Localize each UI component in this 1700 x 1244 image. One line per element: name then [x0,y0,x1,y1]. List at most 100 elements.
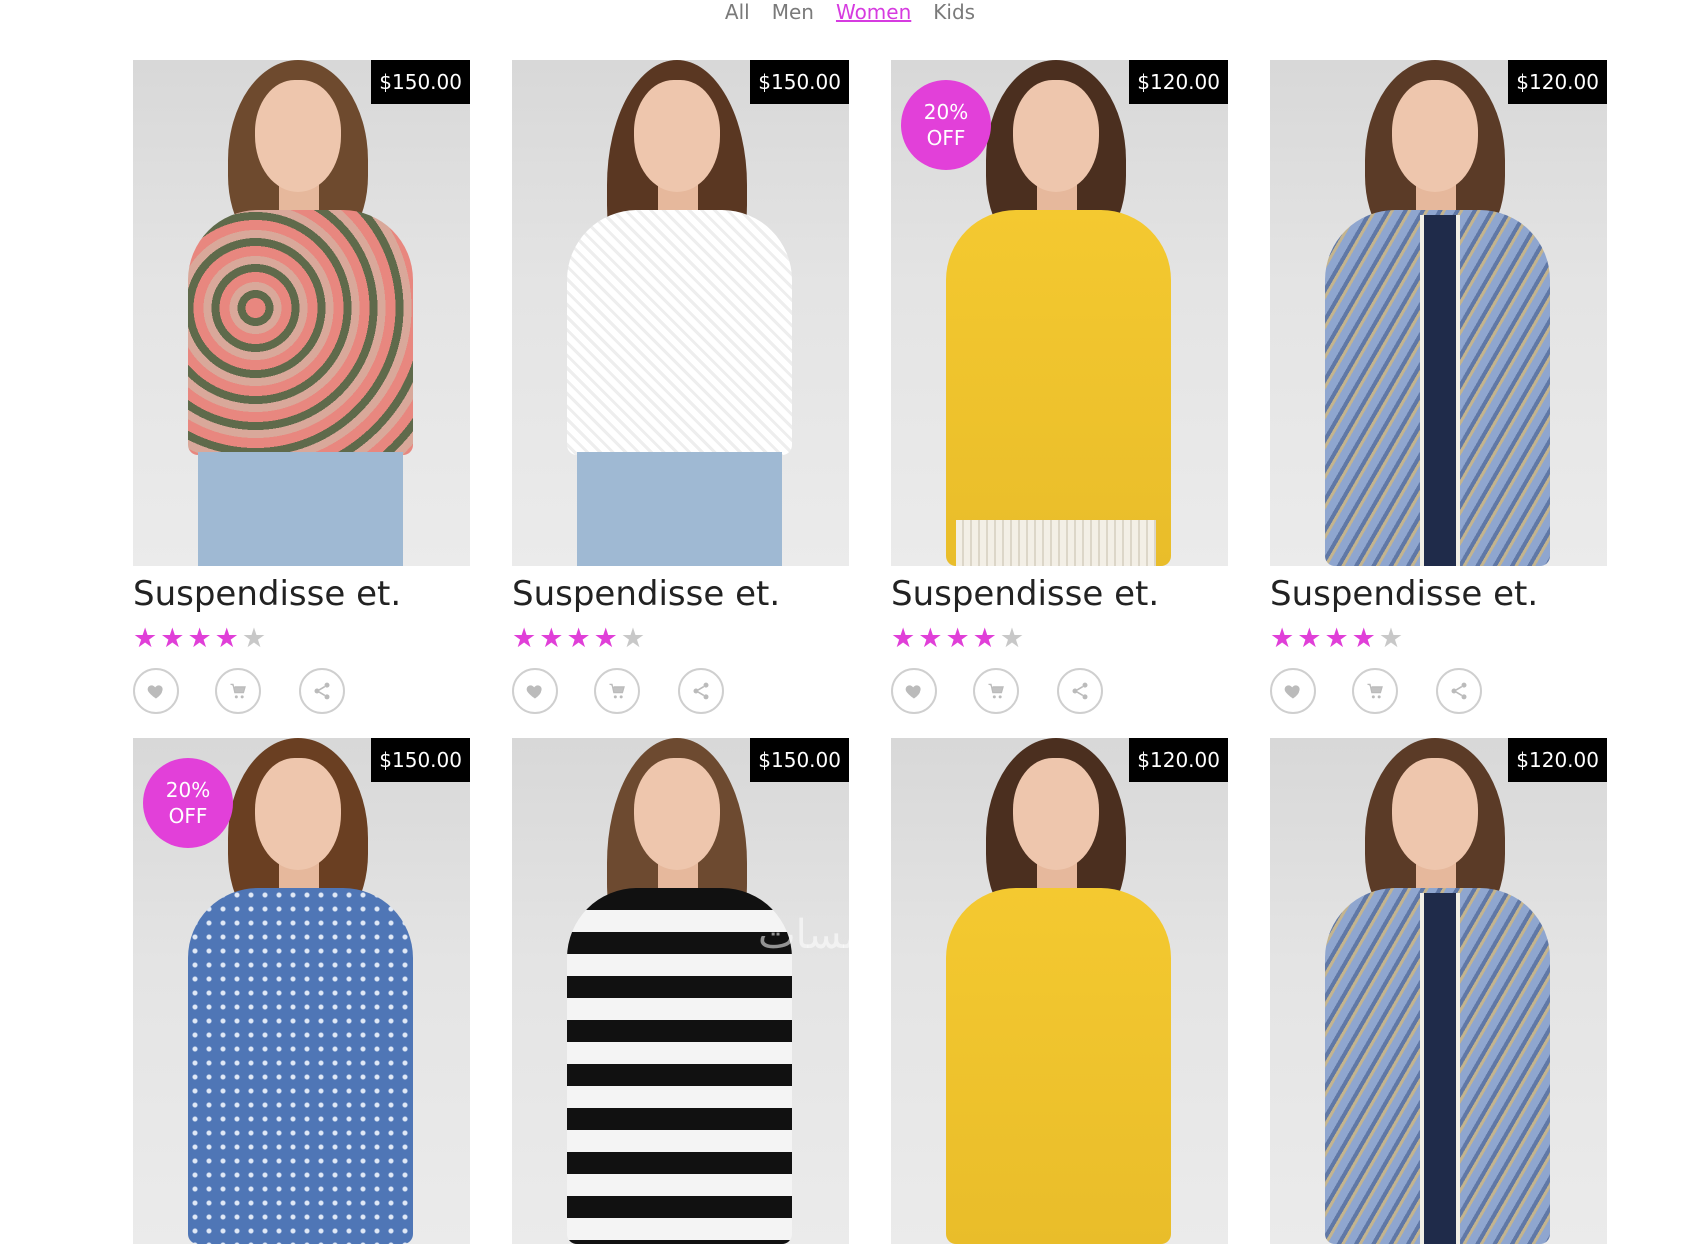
product-photo[interactable]: $150.00 20% OFF [133,738,470,1244]
star-icon: ★ [1270,623,1295,654]
category-filter-bar: All Men Women Kids [0,0,1700,28]
product-actions [1270,668,1607,718]
cart-icon [986,681,1006,701]
product-actions [133,668,470,718]
star-icon: ★ [1351,623,1376,654]
discount-badge-line: OFF [168,804,208,828]
product-actions [891,668,1228,718]
model-face [1013,80,1099,192]
model-face [634,758,720,870]
heart-icon [146,681,166,701]
star-icon: ★ [539,623,564,654]
product-title[interactable]: Suspendisse et. [512,566,780,622]
wishlist-button[interactable] [133,668,179,714]
share-button[interactable] [678,668,724,714]
star-icon: ★ [620,623,646,654]
share-button[interactable] [1436,668,1482,714]
share-icon [1070,681,1090,701]
cart-icon [228,681,248,701]
filter-all[interactable]: All [725,0,750,28]
heart-icon [1283,681,1303,701]
share-icon [1449,681,1469,701]
star-icon: ★ [945,623,970,654]
garment-hem [956,520,1156,566]
add-to-cart-button[interactable] [1352,668,1398,714]
product-actions [512,668,849,718]
price-tag: $120.00 [1508,60,1607,104]
product-photo[interactable]: $120.00 20% OFF [891,60,1228,566]
heart-icon [904,681,924,701]
garment-placket-stripe [1420,893,1460,1244]
cart-icon [607,681,627,701]
star-icon: ★ [918,623,943,654]
wishlist-button[interactable] [891,668,937,714]
star-icon: ★ [891,623,916,654]
discount-badge: 20% OFF [143,758,233,848]
model-face [255,758,341,870]
discount-badge-line: 20% [165,778,211,802]
product-photo[interactable]: $150.00 [512,738,849,1244]
product-garment [188,888,413,1244]
price-tag: $120.00 [1508,738,1607,782]
product-garment [567,210,792,455]
discount-badge-line: 20% [923,100,969,124]
watermark-logo: خمسات [758,912,892,958]
star-icon: ★ [133,623,158,654]
product-rating: ★ ★ ★ ★ ★ [133,624,266,654]
product-card[interactable]: $120.00 Suspendisse et. ★ ★ ★ ★ ★ [1270,60,1607,720]
star-icon: ★ [1297,623,1322,654]
product-card[interactable]: $120.00 [1270,738,1607,1244]
filter-kids[interactable]: Kids [933,0,975,28]
product-photo[interactable]: $120.00 [1270,738,1607,1244]
product-title[interactable]: Suspendisse et. [1270,566,1538,622]
product-photo[interactable]: $120.00 [891,738,1228,1244]
wishlist-button[interactable] [512,668,558,714]
discount-badge: 20% OFF [901,80,991,170]
product-photo[interactable]: $120.00 [1270,60,1607,566]
share-icon [312,681,332,701]
model-face [255,80,341,192]
product-title[interactable]: Suspendisse et. [891,566,1159,622]
wishlist-button[interactable] [1270,668,1316,714]
filter-men[interactable]: Men [772,0,814,28]
model-face [634,80,720,192]
model-face [1392,80,1478,192]
product-rating: ★ ★ ★ ★ ★ [1270,624,1403,654]
discount-badge-line: OFF [926,126,966,150]
add-to-cart-button[interactable] [594,668,640,714]
star-icon: ★ [999,623,1025,654]
product-garment [946,888,1171,1244]
model-face [1392,758,1478,870]
star-icon: ★ [566,623,591,654]
product-photo[interactable]: $150.00 [512,60,849,566]
heart-icon [525,681,545,701]
garment-placket-stripe [1420,215,1460,566]
product-card[interactable]: $150.00 Suspendisse et. ★ ★ ★ ★ ★ [512,60,849,720]
price-tag: $150.00 [371,738,470,782]
share-button[interactable] [1057,668,1103,714]
product-card[interactable]: $120.00 20% OFF Suspendisse et. ★ ★ ★ ★ ★ [891,60,1228,720]
product-card[interactable]: $120.00 [891,738,1228,1244]
star-icon: ★ [241,623,267,654]
model-jeans [198,452,403,566]
product-garment [188,210,413,455]
star-icon: ★ [214,623,239,654]
star-icon: ★ [512,623,537,654]
cart-icon [1365,681,1385,701]
add-to-cart-button[interactable] [215,668,261,714]
star-icon: ★ [593,623,618,654]
model-jeans [577,452,782,566]
share-icon [691,681,711,701]
filter-women[interactable]: Women [836,0,911,28]
star-icon: ★ [1378,623,1404,654]
model-face [1013,758,1099,870]
add-to-cart-button[interactable] [973,668,1019,714]
star-icon: ★ [187,623,212,654]
product-title[interactable]: Suspendisse et. [133,566,401,622]
share-button[interactable] [299,668,345,714]
price-tag: $120.00 [1129,60,1228,104]
product-rating: ★ ★ ★ ★ ★ [891,624,1024,654]
product-card[interactable]: $150.00 20% OFF [133,738,470,1244]
product-card[interactable]: $150.00 Suspendisse et. ★ ★ ★ ★ ★ [133,60,470,720]
product-photo[interactable]: $150.00 [133,60,470,566]
